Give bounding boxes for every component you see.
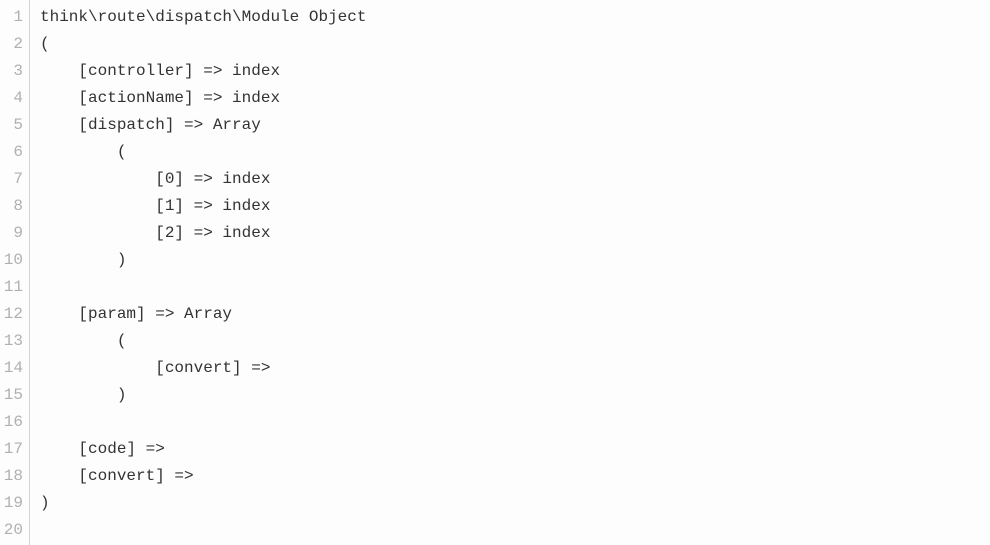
- line-number: 11: [0, 274, 23, 301]
- code-line: [convert] =>: [40, 355, 990, 382]
- code-line: [param] => Array: [40, 301, 990, 328]
- line-number: 1: [0, 4, 23, 31]
- line-number: 13: [0, 328, 23, 355]
- line-number: 9: [0, 220, 23, 247]
- line-number: 17: [0, 436, 23, 463]
- line-number: 7: [0, 166, 23, 193]
- code-line: [convert] =>: [40, 463, 990, 490]
- code-line: [dispatch] => Array: [40, 112, 990, 139]
- code-line: think\route\dispatch\Module Object: [40, 4, 990, 31]
- line-number: 2: [0, 31, 23, 58]
- line-number: 14: [0, 355, 23, 382]
- code-line: [actionName] => index: [40, 85, 990, 112]
- line-number: 12: [0, 301, 23, 328]
- code-line: [40, 274, 990, 301]
- code-line: ): [40, 382, 990, 409]
- code-line: ): [40, 247, 990, 274]
- code-line: [2] => index: [40, 220, 990, 247]
- code-line: ): [40, 490, 990, 517]
- code-line: (: [40, 31, 990, 58]
- line-number: 6: [0, 139, 23, 166]
- code-line: [controller] => index: [40, 58, 990, 85]
- line-number: 19: [0, 490, 23, 517]
- line-number: 15: [0, 382, 23, 409]
- code-line: [1] => index: [40, 193, 990, 220]
- code-line: [40, 409, 990, 436]
- line-number: 5: [0, 112, 23, 139]
- code-line: [0] => index: [40, 166, 990, 193]
- code-line: (: [40, 139, 990, 166]
- code-line: [40, 517, 990, 544]
- code-line: (: [40, 328, 990, 355]
- line-number: 16: [0, 409, 23, 436]
- line-number: 18: [0, 463, 23, 490]
- code-line: [code] =>: [40, 436, 990, 463]
- line-number: 20: [0, 517, 23, 544]
- code-content[interactable]: think\route\dispatch\Module Object( [con…: [30, 0, 990, 545]
- line-number: 8: [0, 193, 23, 220]
- line-number: 4: [0, 85, 23, 112]
- line-number-gutter: 1234567891011121314151617181920: [0, 0, 30, 545]
- line-number: 3: [0, 58, 23, 85]
- line-number: 10: [0, 247, 23, 274]
